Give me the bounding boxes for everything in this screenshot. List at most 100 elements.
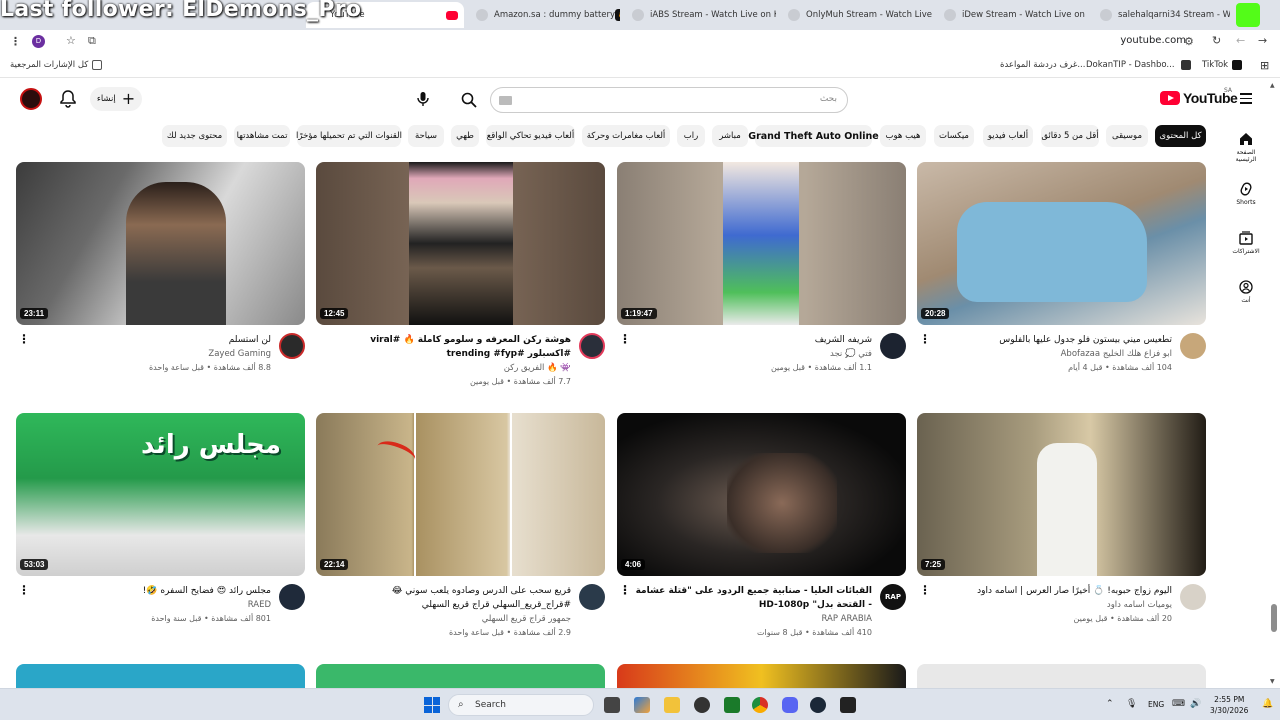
search-input[interactable]: بحث bbox=[490, 87, 848, 113]
video-title[interactable]: هوشة ركن المعرفه و سلومو كاملة 🔥 #viral … bbox=[331, 333, 571, 361]
video-thumbnail[interactable]: 4:06 bbox=[617, 413, 906, 576]
sidebar-item-you[interactable]: أنت bbox=[1226, 280, 1266, 304]
more-actions-icon[interactable]: ⋮ bbox=[619, 584, 631, 596]
more-actions-icon[interactable]: ⋮ bbox=[18, 584, 30, 596]
more-actions-icon[interactable]: ⋮ bbox=[619, 333, 631, 345]
forward-icon[interactable]: ← bbox=[1236, 34, 1245, 47]
channel-avatar[interactable] bbox=[1180, 584, 1206, 610]
video-thumbnail[interactable] bbox=[617, 664, 906, 688]
discord-icon[interactable] bbox=[782, 697, 798, 713]
voice-search-icon[interactable] bbox=[410, 86, 436, 112]
video-title[interactable]: شريفه الشريف bbox=[632, 333, 872, 347]
copilot-icon[interactable] bbox=[634, 697, 650, 713]
account-avatar[interactable] bbox=[20, 88, 42, 110]
taskbar-search[interactable]: ⌕ Search bbox=[448, 694, 594, 716]
video-thumbnail[interactable]: 12:45 bbox=[316, 162, 605, 325]
scroll-up-arrow-icon[interactable]: ▲ bbox=[1270, 82, 1275, 89]
taskbar-clock[interactable]: 2:55 PM 3/30/2026 bbox=[1210, 694, 1248, 716]
bookmark-dokantip[interactable]: DokanTIP - Dashbo... bbox=[1086, 60, 1195, 70]
notifications-icon[interactable]: 🔔 bbox=[1262, 699, 1273, 709]
microphone-icon[interactable]: 🎙 bbox=[1126, 699, 1137, 709]
kick-icon[interactable] bbox=[1236, 3, 1260, 27]
sidebar-item-subscriptions[interactable]: الاشتراكات bbox=[1226, 231, 1266, 255]
tab-iabs-stream[interactable]: iABS Stream - Watch Live on Ki bbox=[626, 2, 776, 28]
chip-all[interactable]: كل المحتوى bbox=[1155, 125, 1206, 147]
video-title[interactable]: اليوم زواج حبوبه! 💍 أخيرًا صار العرس | ا… bbox=[932, 584, 1172, 598]
chip-video-games[interactable]: ألعاب فيديو bbox=[983, 125, 1033, 147]
channel-avatar[interactable] bbox=[880, 333, 906, 359]
chrome-icon[interactable] bbox=[752, 697, 768, 713]
video-thumbnail[interactable]: 1:19:47 bbox=[617, 162, 906, 325]
chip-rap[interactable]: راب bbox=[677, 125, 705, 147]
video-thumbnail[interactable]: مجلس رائد 53:03 bbox=[16, 413, 305, 576]
back-icon[interactable]: → bbox=[1258, 34, 1267, 47]
steam-icon[interactable] bbox=[810, 697, 826, 713]
tab-onlymuh-stream[interactable]: OnlyMuh Stream - Watch Live bbox=[782, 2, 932, 28]
app-icon[interactable] bbox=[840, 697, 856, 713]
video-title[interactable]: قريع سحب على الدرس وصادوه يلعب سوني 😂 #ق… bbox=[331, 584, 571, 612]
video-thumbnail[interactable]: 20:28 bbox=[917, 162, 1206, 325]
channel-avatar[interactable] bbox=[579, 584, 605, 610]
channel-avatar[interactable] bbox=[579, 333, 605, 359]
more-actions-icon[interactable]: ⋮ bbox=[18, 333, 30, 345]
channel-name[interactable]: فتي 💭 نجد bbox=[830, 349, 872, 359]
chip-recently-uploaded[interactable]: القنوات التي تم تحميلها مؤخرًا bbox=[296, 125, 402, 147]
channel-name[interactable]: جمهور قراج قريع السهلي bbox=[482, 614, 571, 624]
youtube-logo[interactable]: YouTube SA bbox=[1160, 87, 1238, 106]
video-title[interactable]: تطعيس ميني بيستون فلو جدول عليها بالفلوس bbox=[932, 333, 1172, 347]
channel-avatar[interactable] bbox=[279, 584, 305, 610]
chip-travel[interactable]: سياحة bbox=[408, 125, 444, 147]
obs-icon[interactable] bbox=[694, 697, 710, 713]
task-view-icon[interactable] bbox=[604, 697, 620, 713]
chip-new-to-you[interactable]: محتوى جديد لك bbox=[162, 125, 227, 147]
site-settings-icon[interactable]: ⚙ bbox=[1184, 35, 1194, 48]
chip-mixes[interactable]: ميكسات bbox=[934, 125, 974, 147]
input-language[interactable]: ENG bbox=[1148, 700, 1164, 709]
chip-music[interactable]: موسيقى bbox=[1106, 125, 1148, 147]
notifications-bell-icon[interactable] bbox=[60, 90, 76, 112]
channel-name[interactable]: RAED bbox=[248, 600, 271, 610]
terminal-icon[interactable] bbox=[724, 697, 740, 713]
bookmark-dating-chat[interactable]: غرف دردشة المواعدة... bbox=[1000, 60, 1085, 70]
create-button[interactable]: إنشاء + bbox=[90, 87, 142, 111]
video-thumbnail[interactable] bbox=[16, 664, 305, 688]
channel-avatar[interactable] bbox=[279, 333, 305, 359]
more-actions-icon[interactable]: ⋮ bbox=[919, 584, 931, 596]
file-explorer-icon[interactable] bbox=[664, 697, 680, 713]
video-thumbnail[interactable] bbox=[316, 664, 605, 688]
chip-hip-hop[interactable]: هيب هوب bbox=[880, 125, 926, 147]
chip-cooking[interactable]: طهي bbox=[451, 125, 479, 147]
volume-icon[interactable]: 🔊 bbox=[1190, 699, 1201, 709]
channel-name[interactable]: RAP ARABIA bbox=[821, 614, 872, 624]
chip-action-adventure[interactable]: ألعاب مغامرات وحركة bbox=[582, 125, 670, 147]
channel-name[interactable]: Zayed Gaming bbox=[208, 349, 271, 359]
sidebar-item-shorts[interactable]: Shorts bbox=[1226, 182, 1266, 206]
channel-name[interactable]: الفريق ركن 🔥 👾 bbox=[504, 363, 571, 373]
sidebar-item-home[interactable]: الصفحة الرئيسية bbox=[1226, 132, 1266, 163]
video-title[interactable]: مجلس رائد 😍 فضايح السفره 🤣! bbox=[31, 584, 271, 598]
video-thumbnail[interactable]: 23:11 bbox=[16, 162, 305, 325]
search-icon[interactable] bbox=[452, 87, 486, 113]
tab-salehalqarni-stream[interactable]: salehalqarni34 Stream - Watch bbox=[1094, 2, 1230, 28]
chip-live[interactable]: مباشر bbox=[712, 125, 748, 147]
bookmark-tiktok[interactable]: TikTok bbox=[1202, 60, 1246, 70]
more-actions-icon[interactable]: ⋮ bbox=[919, 333, 931, 345]
channel-name[interactable]: يوميات اسامه داود bbox=[1107, 600, 1172, 610]
bookmark-star-icon[interactable]: ☆ bbox=[66, 34, 76, 47]
install-app-icon[interactable]: ⧉ bbox=[88, 34, 96, 48]
channel-avatar[interactable] bbox=[1180, 333, 1206, 359]
channel-name[interactable]: Abofazaa ابو فزاع هلك الخليج bbox=[1061, 349, 1172, 359]
video-thumbnail[interactable]: 7:25 bbox=[917, 413, 1206, 576]
windows-start-icon[interactable] bbox=[424, 697, 440, 713]
video-thumbnail[interactable]: 22:14 bbox=[316, 413, 605, 576]
chip-simulation-games[interactable]: ألعاب فيديو تحاكي الواقع bbox=[486, 125, 575, 147]
reload-icon[interactable]: ↻ bbox=[1212, 34, 1221, 47]
tray-overflow-icon[interactable]: ⌃ bbox=[1106, 699, 1114, 709]
browser-menu-icon[interactable]: ⋮ bbox=[10, 35, 21, 48]
keyboard-icon[interactable] bbox=[499, 96, 512, 105]
profile-avatar[interactable]: D bbox=[32, 35, 45, 48]
video-title[interactable]: لن استسلم bbox=[31, 333, 271, 347]
scroll-down-arrow-icon[interactable]: ▼ bbox=[1270, 678, 1275, 685]
page-scrollbar-thumb[interactable] bbox=[1271, 604, 1277, 632]
tab-amazon[interactable]: Amazon.sa : dummy battery a bbox=[470, 2, 620, 28]
